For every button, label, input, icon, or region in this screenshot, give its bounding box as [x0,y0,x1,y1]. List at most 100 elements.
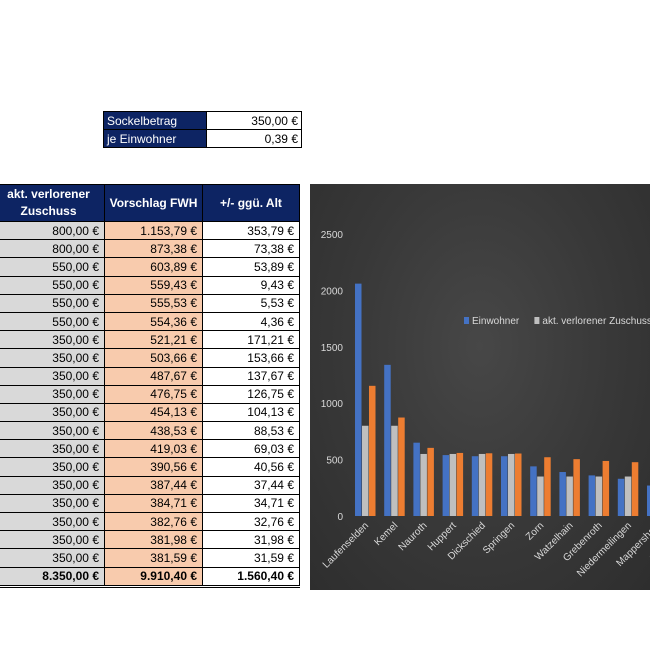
bar-einwohner [559,472,566,516]
difference-cell[interactable]: 171,21 € [202,330,300,350]
proposal-cell[interactable]: 603,89 € [104,257,203,277]
proposal-cell[interactable]: 554,36 € [104,311,203,332]
difference-cell[interactable]: 40,56 € [202,457,300,477]
difference-cell[interactable]: 137,67 € [202,366,300,386]
current-subsidy-cell[interactable]: 350,00 € [0,402,105,423]
difference-cell[interactable]: 88,53 € [202,421,300,441]
current-subsidy-cell[interactable]: 350,00 € [0,475,105,495]
current-subsidy-cell[interactable]: 550,00 € [0,275,105,295]
current-subsidy-cell[interactable]: 550,00 € [0,311,105,332]
difference-cell[interactable]: 37,44 € [202,475,300,495]
proposal-cell[interactable]: 387,44 € [104,475,203,495]
current-subsidy-cell[interactable]: 350,00 € [0,530,105,550]
current-subsidy-cell[interactable]: 350,00 € [0,384,105,404]
difference-cell[interactable]: 31,59 € [202,548,300,568]
current-subsidy-cell[interactable]: 550,00 € [0,257,105,277]
current-subsidy-cell[interactable]: 350,00 € [0,548,105,568]
total-current-subsidy-cell[interactable]: 8.350,00 € [0,566,105,588]
bar-akt-verlorener-zuschuss [537,476,544,516]
difference-cell[interactable]: 5,53 € [202,293,300,313]
y-tick-label: 1500 [321,343,344,354]
parameter-row: Sockelbetrag 350,00 € [103,111,302,130]
current-subsidy-cell[interactable]: 800,00 € [0,220,105,241]
proposal-cell[interactable]: 559,43 € [104,275,203,295]
difference-cell[interactable]: 73,38 € [202,239,300,259]
total-difference-cell[interactable]: 1.560,40 € [202,566,300,588]
header-difference[interactable]: +/- ggü. Alt [202,184,300,222]
proposal-cell[interactable]: 454,13 € [104,402,203,423]
current-subsidy-cell[interactable]: 350,00 € [0,439,105,459]
y-tick-label: 2000 [321,286,344,297]
proposal-cell[interactable]: 382,76 € [104,511,203,532]
proposal-cell[interactable]: 384,71 € [104,493,203,514]
bar-series-3 [456,452,464,516]
proposal-cell[interactable]: 503,66 € [104,348,203,368]
x-tick-label: Nauroth [397,520,430,553]
bar-chart[interactable]: 0 500 1000 1500 2000 2500 Laufenselden Kemel Nau… [310,184,650,590]
proposal-cell[interactable]: 521,21 € [104,330,203,350]
bar-einwohner [588,475,596,516]
header-proposal[interactable]: Vorschlag FWH [104,184,203,222]
bar-akt-verlorener-zuschuss [391,425,398,516]
difference-cell[interactable]: 34,71 € [202,493,300,514]
table-row: 550,00 €603,89 €53,89 € [0,257,300,277]
proposal-cell[interactable]: 419,03 € [104,439,203,459]
total-proposal-cell[interactable]: 9.910,40 € [104,566,203,588]
proposal-cell[interactable]: 381,98 € [104,530,203,550]
legend-swatch [464,317,469,324]
current-subsidy-cell[interactable]: 550,00 € [0,293,105,313]
parameter-row: je Einwohner 0,39 € [103,129,302,148]
header-current-subsidy[interactable]: akt. verlorener Zuschuss [0,184,105,222]
current-subsidy-cell[interactable]: 350,00 € [0,511,105,532]
bar-series-3 [398,417,405,516]
current-subsidy-cell[interactable]: 350,00 € [0,457,105,477]
proposal-cell[interactable]: 476,75 € [104,384,203,404]
legend-label: Einwohner [472,316,520,327]
legend-swatch [534,317,540,324]
bar-series-3 [602,460,610,516]
current-subsidy-cell[interactable]: 350,00 € [0,348,105,368]
parameter-label[interactable]: je Einwohner [103,129,207,148]
difference-cell[interactable]: 4,36 € [202,311,300,332]
proposal-cell[interactable]: 555,53 € [104,293,203,313]
current-subsidy-cell[interactable]: 350,00 € [0,493,105,514]
current-subsidy-cell[interactable]: 800,00 € [0,239,105,259]
difference-cell[interactable]: 31,98 € [202,530,300,550]
difference-cell[interactable]: 126,75 € [202,384,300,404]
difference-cell[interactable]: 53,89 € [202,257,300,277]
x-tick-label: Laufenselden [321,520,371,570]
proposal-cell[interactable]: 390,56 € [104,457,203,477]
proposal-cell[interactable]: 381,59 € [104,548,203,568]
bar-akt-verlorener-zuschuss [362,425,369,516]
current-subsidy-cell[interactable]: 350,00 € [0,366,105,386]
bar-series-3 [427,447,434,516]
parameter-label[interactable]: Sockelbetrag [103,111,207,130]
table-row: 350,00 €382,76 €32,76 € [0,511,300,532]
current-subsidy-cell[interactable]: 350,00 € [0,330,105,350]
bar-series-3 [369,385,376,516]
bar-akt-verlorener-zuschuss [624,476,632,516]
proposal-cell[interactable]: 873,38 € [104,239,203,259]
proposal-cell[interactable]: 487,67 € [104,366,203,386]
table-row: 550,00 €555,53 €5,53 € [0,293,300,313]
parameter-value[interactable]: 350,00 € [206,111,302,130]
difference-cell[interactable]: 104,13 € [202,402,300,423]
table-row: 350,00 €438,53 €88,53 € [0,421,300,441]
bar-akt-verlorener-zuschuss [508,453,515,516]
y-tick-label: 0 [337,512,343,523]
difference-cell[interactable]: 353,79 € [202,220,300,241]
difference-cell[interactable]: 32,76 € [202,511,300,532]
table-row: 550,00 €559,43 €9,43 € [0,275,300,295]
parameter-value[interactable]: 0,39 € [206,129,302,148]
table-row: 350,00 €387,44 €37,44 € [0,475,300,495]
proposal-cell[interactable]: 1.153,79 € [104,220,203,241]
difference-cell[interactable]: 153,66 € [202,348,300,368]
bar-akt-verlorener-zuschuss [566,476,573,516]
difference-cell[interactable]: 69,03 € [202,439,300,459]
bar-akt-verlorener-zuschuss [595,476,603,516]
bar-einwohner [355,283,362,516]
difference-cell[interactable]: 9,43 € [202,275,300,295]
proposal-cell[interactable]: 438,53 € [104,421,203,441]
current-subsidy-cell[interactable]: 350,00 € [0,421,105,441]
bar-chart-svg: 0 500 1000 1500 2000 2500 Laufenselden KemelNau… [321,230,650,579]
